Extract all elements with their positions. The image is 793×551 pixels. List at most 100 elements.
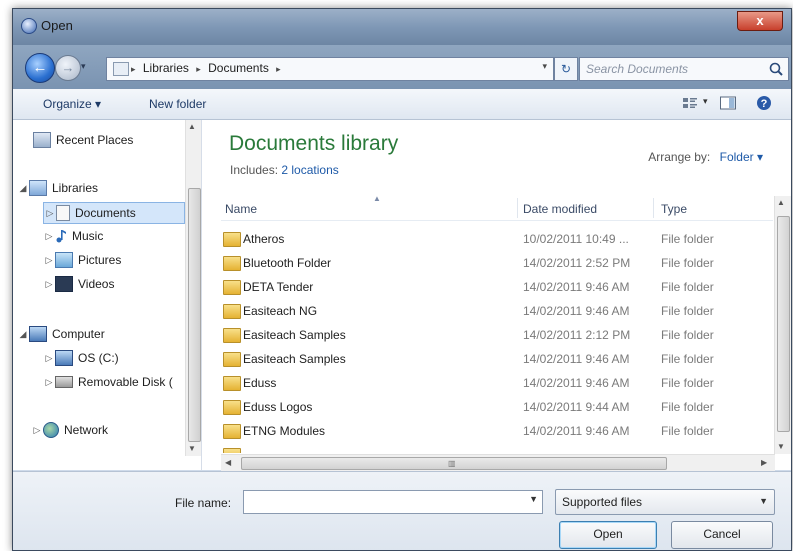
expand-arrow-icon[interactable]: ▷ — [43, 255, 55, 266]
file-date: 14/02/2011 9:46 AM — [523, 376, 630, 390]
navigation-pane: Recent Places ◢ Libraries ▷ Documents ▷ … — [13, 120, 202, 470]
expand-arrow-icon[interactable]: ▷ — [43, 231, 55, 242]
content-area: Recent Places ◢ Libraries ▷ Documents ▷ … — [13, 120, 791, 471]
file-type: File folder — [661, 376, 714, 390]
sidebar-item-libraries[interactable]: ◢ Libraries — [17, 178, 98, 198]
scroll-left-arrow-icon[interactable]: ◀ — [225, 458, 231, 467]
file-row[interactable]: Easiteach Samples 14/02/2011 2:12 PM Fil… — [221, 323, 773, 347]
expand-arrow-icon[interactable]: ▷ — [31, 425, 43, 436]
breadcrumb-separator: ▸ — [131, 64, 136, 74]
address-bar[interactable]: ▸ Libraries ▸ Documents ▸ ▾ — [106, 57, 554, 81]
column-header-name[interactable]: Name — [225, 202, 257, 216]
file-row[interactable]: Bluetooth Folder 14/02/2011 2:52 PM File… — [221, 251, 773, 275]
forward-button[interactable]: → — [55, 55, 81, 81]
open-dialog: Open x ← → ▾ ▸ Libraries ▸ Documents ▸ ▾… — [12, 8, 792, 551]
file-row[interactable]: Easiteach NG 14/02/2011 9:46 AM File fol… — [221, 299, 773, 323]
sidebar-item-network[interactable]: ▷ Network — [31, 420, 108, 440]
file-row[interactable]: ETNG Modules 14/02/2011 9:46 AM File fol… — [221, 419, 773, 443]
file-name: Easiteach Samples — [243, 328, 346, 342]
folder-icon — [223, 256, 241, 271]
close-button[interactable]: x — [737, 11, 783, 31]
sidebar-item-label: Videos — [78, 277, 115, 291]
file-type-filter[interactable]: Supported files ▼ — [555, 489, 775, 515]
sidebar-item-label: Pictures — [78, 253, 122, 267]
locations-link[interactable]: 2 locations — [281, 163, 338, 177]
search-icon[interactable] — [768, 61, 784, 77]
collapse-arrow-icon[interactable]: ◢ — [17, 183, 29, 194]
file-date: 14/02/2011 9:44 AM — [523, 400, 630, 414]
change-view-icon[interactable] — [681, 95, 699, 111]
folder-icon — [223, 448, 241, 453]
file-type: File folder — [661, 256, 714, 270]
column-divider[interactable] — [653, 198, 654, 218]
cancel-button[interactable]: Cancel — [671, 521, 773, 549]
file-type: File folder — [661, 280, 714, 294]
file-name: Easiteach Samples — [243, 352, 346, 366]
recent-locations-dropdown[interactable]: ▾ — [81, 61, 86, 72]
breadcrumb-libraries[interactable]: Libraries — [143, 61, 189, 75]
file-name-input[interactable]: ▼ — [243, 490, 543, 514]
column-divider[interactable] — [517, 198, 518, 218]
column-header-date[interactable]: Date modified — [523, 202, 597, 216]
file-row[interactable]: Easiteach Samples 14/02/2011 9:46 AM Fil… — [221, 347, 773, 371]
window-title: Open — [41, 18, 73, 33]
file-type: File folder — [661, 304, 714, 318]
scroll-right-arrow-icon[interactable]: ▶ — [761, 458, 767, 467]
expand-arrow-icon[interactable]: ▷ — [43, 279, 55, 290]
file-row[interactable]: DETA Tender 14/02/2011 9:46 AM File fold… — [221, 275, 773, 299]
sidebar-item-label: Removable Disk ( — [78, 375, 173, 389]
scrollbar-thumb[interactable] — [777, 216, 790, 432]
sidebar-item-computer[interactable]: ◢ Computer — [17, 324, 105, 344]
file-list-horizontal-scrollbar[interactable]: ◀ ▥ ▶ — [221, 454, 775, 471]
breadcrumb-documents[interactable]: Documents — [208, 61, 269, 75]
chevron-down-icon[interactable]: ▼ — [759, 496, 768, 506]
computer-icon — [29, 326, 47, 342]
folder-icon — [223, 424, 241, 439]
scroll-up-arrow-icon[interactable]: ▲ — [188, 122, 196, 131]
folder-icon — [223, 304, 241, 319]
breadcrumb-separator[interactable]: ▸ — [196, 64, 201, 74]
navigation-scrollbar[interactable]: ▲ ▼ — [185, 120, 201, 456]
back-button[interactable]: ← — [25, 53, 55, 83]
scrollbar-thumb[interactable]: ▥ — [241, 457, 667, 470]
arrange-by-dropdown[interactable]: Folder ▾ — [720, 150, 763, 164]
sidebar-item-documents[interactable]: ▷ Documents — [43, 202, 185, 224]
file-row[interactable]: Atheros 10/02/2011 10:49 ... File folder — [221, 227, 773, 251]
view-dropdown-button[interactable]: ▾ — [703, 96, 708, 107]
expand-arrow-icon[interactable]: ▷ — [44, 208, 56, 219]
sidebar-item-removable-disk[interactable]: ▷ Removable Disk ( — [43, 372, 173, 392]
sidebar-item-pictures[interactable]: ▷ Pictures — [43, 250, 121, 270]
expand-arrow-icon[interactable]: ▷ — [43, 377, 55, 388]
organize-button[interactable]: Organize ▾ — [43, 97, 101, 111]
preview-pane-icon[interactable] — [719, 95, 737, 111]
refresh-button[interactable]: ↻ — [554, 57, 578, 81]
help-icon[interactable]: ? — [755, 95, 773, 111]
scroll-down-arrow-icon[interactable]: ▼ — [188, 444, 196, 453]
new-folder-button[interactable]: New folder — [149, 97, 206, 111]
address-dropdown-button[interactable]: ▾ — [542, 61, 547, 72]
library-title: Documents library — [229, 132, 399, 155]
file-list-vertical-scrollbar[interactable]: ▲ ▼ — [774, 196, 791, 454]
open-button[interactable]: Open — [559, 521, 657, 549]
chevron-down-icon[interactable]: ▼ — [529, 494, 538, 504]
file-type: File folder — [661, 232, 714, 246]
file-row[interactable]: Eduss Logos 14/02/2011 9:44 AM File fold… — [221, 395, 773, 419]
search-box[interactable]: Search Documents — [579, 57, 789, 81]
search-input[interactable]: Search Documents — [586, 62, 688, 76]
sidebar-item-label: OS (C:) — [78, 351, 119, 365]
file-date: 10/02/2011 10:49 ... — [523, 232, 629, 246]
expand-arrow-icon[interactable]: ▷ — [43, 353, 55, 364]
scrollbar-thumb[interactable] — [188, 188, 201, 442]
scroll-down-arrow-icon[interactable]: ▼ — [777, 442, 785, 451]
sidebar-item-music[interactable]: ▷ Music — [43, 226, 104, 246]
sidebar-item-videos[interactable]: ▷ Videos — [43, 274, 114, 294]
sidebar-item-recent-places[interactable]: Recent Places — [33, 130, 133, 150]
sidebar-item-label: Computer — [52, 327, 105, 341]
breadcrumb-separator[interactable]: ▸ — [276, 64, 281, 74]
file-row-partial[interactable] — [221, 443, 773, 453]
file-row[interactable]: Eduss 14/02/2011 9:46 AM File folder — [221, 371, 773, 395]
sidebar-item-os-drive[interactable]: ▷ OS (C:) — [43, 348, 119, 368]
column-header-type[interactable]: Type — [661, 202, 687, 216]
scroll-up-arrow-icon[interactable]: ▲ — [777, 198, 785, 207]
collapse-arrow-icon[interactable]: ◢ — [17, 329, 29, 340]
